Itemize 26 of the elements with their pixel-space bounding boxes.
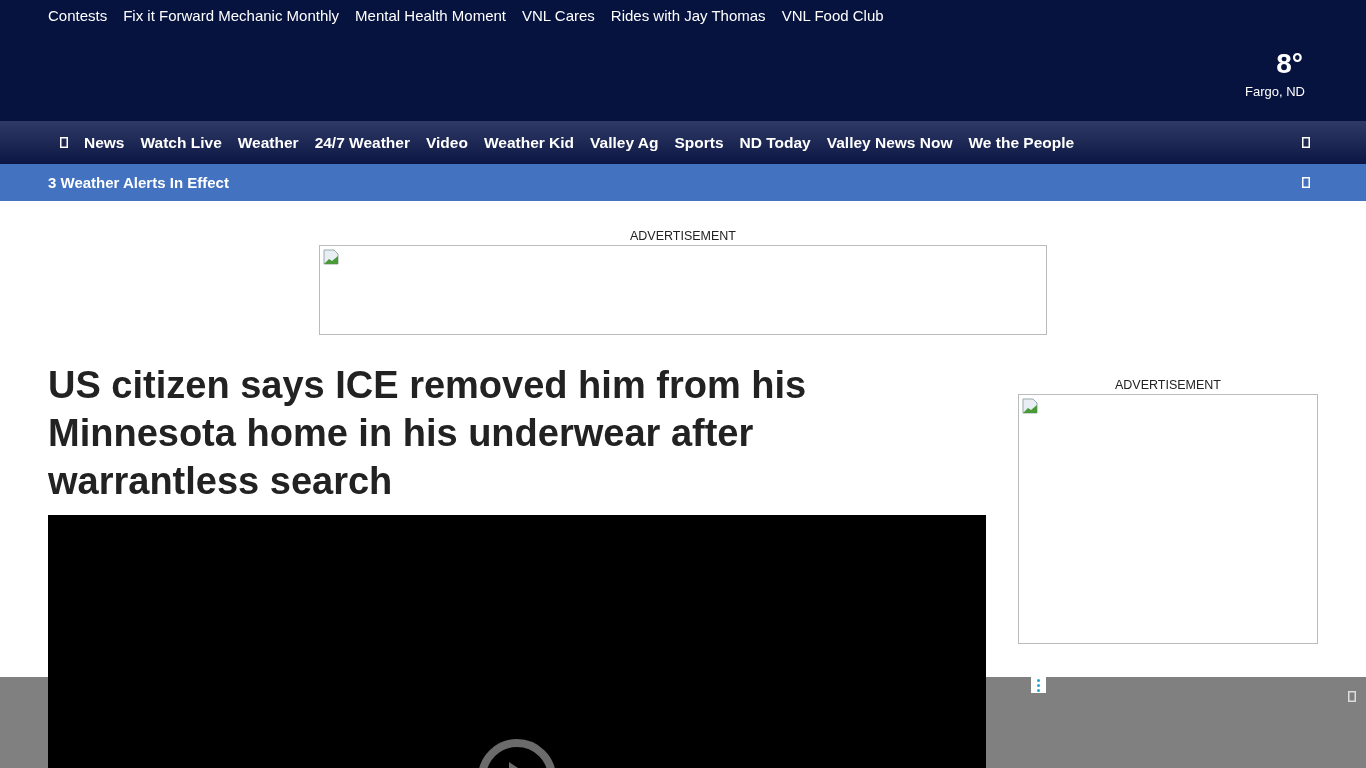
nav-item[interactable]: Valley News Now xyxy=(826,133,953,152)
nav-item[interactable]: News xyxy=(84,133,125,152)
nav-item[interactable]: Weather xyxy=(237,133,299,152)
weather-alerts-link[interactable]: 3 Weather Alerts In Effect xyxy=(48,174,229,191)
nav-item[interactable]: Video xyxy=(426,133,468,152)
nav-item[interactable]: 24/7 Weather xyxy=(314,133,410,152)
top-link[interactable]: Rides with Jay Thomas xyxy=(610,7,766,24)
broken-image-icon xyxy=(323,249,339,265)
ad-label: ADVERTISEMENT xyxy=(629,229,736,243)
nav-item[interactable]: Valley Ag xyxy=(590,133,659,152)
nav-item[interactable]: Sports xyxy=(674,133,724,152)
more-options-icon[interactable] xyxy=(1031,677,1046,693)
top-link[interactable]: Contests xyxy=(48,7,108,24)
location: Fargo, ND xyxy=(1245,84,1305,99)
nav-item[interactable]: ND Today xyxy=(739,133,811,152)
nav-item[interactable]: We the People xyxy=(968,133,1075,152)
temperature: 8° xyxy=(1276,48,1303,80)
top-link[interactable]: VNL Food Club xyxy=(781,7,884,24)
top-link[interactable]: Mental Health Moment xyxy=(355,7,506,24)
broken-image-icon xyxy=(1022,398,1038,414)
nav-item[interactable]: Weather Kid xyxy=(483,133,575,152)
top-link[interactable]: VNL Cares xyxy=(522,7,595,24)
nav-item[interactable]: Watch Live xyxy=(140,133,222,152)
ad-label: ADVERTISEMENT xyxy=(1113,378,1222,392)
headline: US citizen says ICE removed him from his Minnesota home in his underwear after warrantless search xyxy=(48,363,808,504)
top-link[interactable]: Fix it Forward Mechanic Monthly xyxy=(123,7,340,24)
